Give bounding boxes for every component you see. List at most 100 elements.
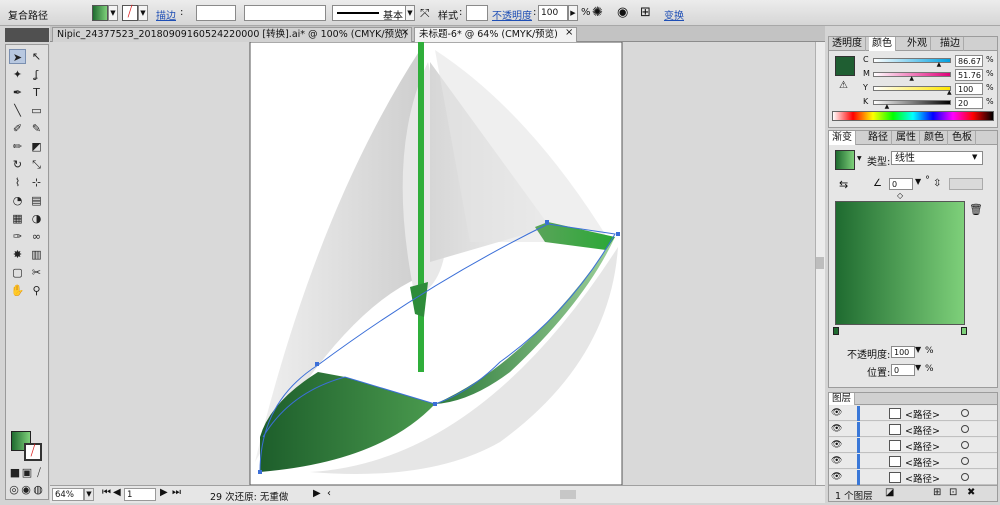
gradient-preset-dropdown[interactable]: ▼ (857, 155, 862, 162)
gradient-stop-right[interactable] (961, 327, 967, 335)
pencil-tool[interactable]: ✎ (28, 121, 45, 136)
document-tab-2[interactable]: 未标题-6* @ 64% (CMYK/预览) (414, 27, 577, 42)
tab-color[interactable]: 颜色 (869, 37, 896, 51)
opacity-dropdown[interactable]: ▶ (568, 5, 578, 21)
target-circle-icon[interactable] (961, 457, 969, 465)
delete-layer-icon[interactable]: ✖ (967, 487, 975, 498)
scroll-left-icon[interactable]: ‹ (327, 488, 331, 499)
stroke-swatch[interactable]: ⧸ (122, 5, 138, 21)
anchor-point[interactable] (616, 232, 620, 236)
slider-thumb-icon[interactable]: ▲ (885, 103, 890, 110)
scale-tool[interactable]: ⤡ (28, 157, 45, 172)
gradient-preview-swatch[interactable] (835, 150, 855, 170)
brush-dropdown[interactable]: ▼ (405, 5, 415, 21)
page-field[interactable]: 1 (124, 488, 156, 501)
close-tab-icon[interactable]: × (565, 27, 573, 38)
slider-thumb-icon[interactable]: ▲ (909, 75, 914, 82)
shape-builder-tool[interactable]: ◔ (9, 193, 26, 208)
anchor-point[interactable] (433, 402, 437, 406)
mesh-tool[interactable]: ▦ (9, 211, 26, 226)
opacity-input[interactable]: 100 (538, 5, 568, 21)
none-mode-icon[interactable]: ⧸ (33, 465, 45, 480)
out-of-gamut-icon[interactable]: ⚠ (839, 80, 848, 91)
free-transform-tool[interactable]: ⊹ (28, 175, 45, 190)
tab-pathfinder[interactable]: 路径 (865, 131, 892, 145)
slider-thumb-icon[interactable]: ▲ (947, 89, 952, 96)
brush-definition[interactable]: 基本 (332, 5, 414, 22)
graphic-style-swatch[interactable] (466, 5, 488, 21)
rectangle-tool[interactable]: ▭ (28, 103, 45, 118)
visibility-eye-icon[interactable]: 👁 (831, 456, 843, 466)
tab-swatches[interactable]: 色板 (949, 131, 976, 145)
visibility-eye-icon[interactable]: 👁 (831, 472, 843, 482)
tab-layers[interactable]: 图层 (829, 393, 856, 405)
blend-tool[interactable]: ∞ (28, 229, 45, 244)
layer-row[interactable]: 👁 <路径> (829, 422, 997, 437)
fill-swatch[interactable] (92, 5, 108, 21)
visibility-eye-icon[interactable]: 👁 (831, 440, 843, 450)
anchor-point[interactable] (545, 220, 549, 224)
magic-wand-tool[interactable]: ✦ (9, 67, 26, 82)
draw-behind-icon[interactable]: ◉ (20, 482, 32, 497)
channel-slider-y[interactable] (873, 86, 951, 91)
tab-gradient[interactable]: 渐变 (829, 131, 856, 145)
gradient-type-select[interactable]: 线性 (891, 151, 983, 165)
anchor-point[interactable] (258, 470, 262, 474)
prev-page-icon[interactable]: ◀ (113, 487, 121, 498)
status-menu-icon[interactable]: ▶ (313, 488, 321, 499)
recolor-artwork-icon[interactable]: ✺ (592, 5, 603, 20)
color-spectrum-bar[interactable] (832, 111, 994, 121)
angle-input[interactable]: 0 (889, 178, 913, 190)
stroke-weight-input[interactable] (196, 5, 236, 21)
chevron-down-icon[interactable]: ▼ (972, 153, 977, 161)
visibility-eye-icon[interactable]: 👁 (831, 424, 843, 434)
stroke-link[interactable]: 描边 (156, 7, 176, 22)
paintbrush-tool[interactable]: ✐ (9, 121, 26, 136)
toolbox-stroke-swatch[interactable]: ⧸ (24, 443, 42, 461)
zoom-dropdown[interactable]: ▼ (84, 488, 94, 501)
reverse-gradient-icon[interactable]: ⇆ (839, 178, 848, 191)
tab-stroke[interactable]: 描边 (937, 37, 964, 51)
rotate-tool[interactable]: ↻ (9, 157, 26, 172)
layer-row[interactable]: 👁 <路径> (829, 438, 997, 453)
layer-row[interactable]: 👁 <路径> (829, 470, 997, 485)
color-fill-swatch[interactable] (835, 56, 855, 76)
gradient-mode-icon[interactable]: ▣ (21, 465, 33, 480)
scroll-thumb[interactable] (816, 257, 824, 269)
eyedropper-tool[interactable]: ✑ (9, 229, 26, 244)
align-icon[interactable]: ⊞ (640, 5, 651, 20)
zoom-tool[interactable]: ⚲ (28, 283, 45, 298)
draw-normal-icon[interactable]: ◎ (8, 482, 20, 497)
fill-dropdown[interactable]: ▼ (108, 5, 118, 21)
channel-value-y[interactable]: 100 (955, 83, 983, 95)
stroke-dropdown[interactable]: ▼ (138, 5, 148, 21)
column-graph-tool[interactable]: ▥ (28, 247, 45, 262)
next-page-icon[interactable]: ▶ (160, 487, 168, 498)
lasso-tool[interactable]: ʆ (28, 67, 45, 82)
pen-tool[interactable]: ✒ (9, 85, 26, 100)
gradient-ramp[interactable] (835, 201, 965, 325)
horizontal-scroll-thumb[interactable] (560, 490, 576, 499)
zoom-field[interactable]: 64% (52, 488, 84, 501)
artboard-tool[interactable]: ▢ (9, 265, 26, 280)
line-tool[interactable]: ╲ (9, 103, 26, 118)
anchor-point[interactable] (315, 362, 319, 366)
eraser-tool[interactable]: ◩ (28, 139, 45, 154)
layer-row[interactable]: 👁 <路径> (829, 454, 997, 469)
slice-tool[interactable]: ✂ (28, 265, 45, 280)
type-tool[interactable]: T (28, 85, 45, 100)
make-clipping-mask-icon[interactable]: ◪ (885, 487, 894, 498)
variable-width-profile[interactable] (244, 5, 326, 21)
hand-tool[interactable]: ✋ (9, 283, 26, 298)
delete-stop-icon[interactable]: 🗑 (969, 203, 983, 216)
layer-row[interactable]: 👁 <路径> (829, 406, 997, 421)
transform-link[interactable]: 变换 (664, 7, 684, 22)
blob-brush-tool[interactable]: ✏ (9, 139, 26, 154)
tab-transparency[interactable]: 透明度 (829, 37, 866, 51)
visibility-eye-icon[interactable]: 👁 (831, 408, 843, 418)
channel-value-k[interactable]: 20 (955, 97, 983, 109)
angle-dropdown[interactable]: ▼ (915, 177, 921, 186)
new-layer-icon[interactable]: ⊡ (949, 487, 957, 498)
vertical-scrollbar[interactable] (815, 42, 825, 485)
draw-inside-icon[interactable]: ◍ (32, 482, 44, 497)
